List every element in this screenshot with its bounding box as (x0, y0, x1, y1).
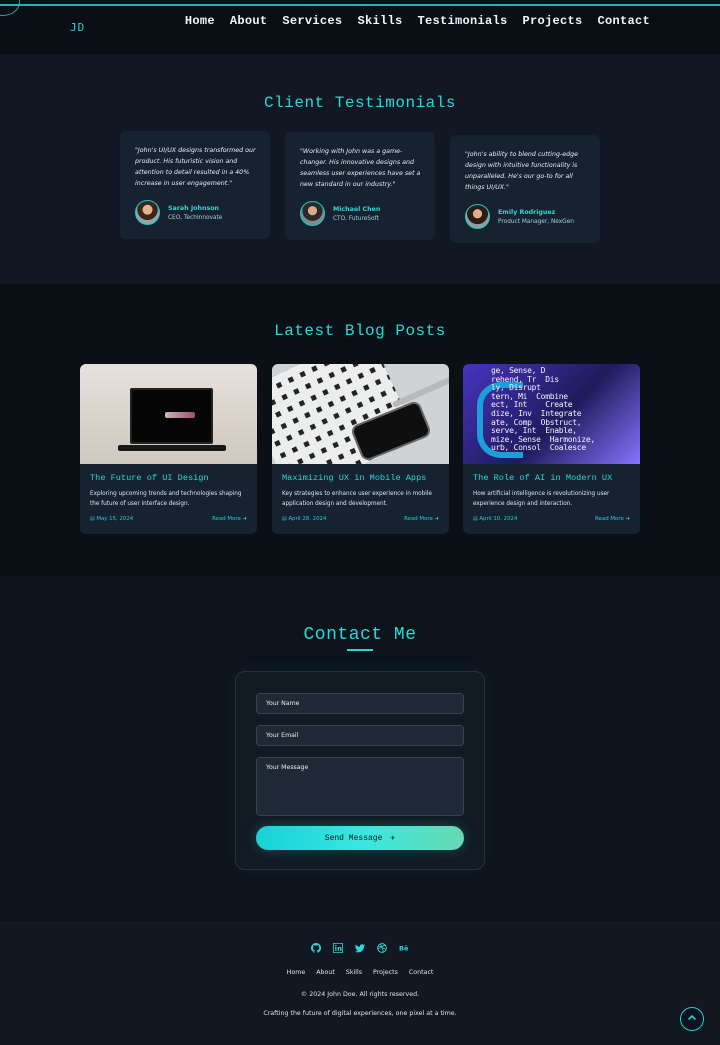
footer-link-home[interactable]: Home (287, 969, 306, 976)
footer-link-projects[interactable]: Projects (373, 969, 398, 976)
blog-post-description: Key strategies to enhance user experienc… (282, 491, 432, 507)
copyright: © 2024 John Doe. All rights reserved. (300, 991, 420, 998)
testimonial-name: Emily Rodriguez (498, 208, 556, 216)
testimonial-quote: "John's ability to blend cutting-edge de… (465, 151, 578, 191)
testimonial-author: Emily Rodriguez Product Manager, NexGen (465, 204, 574, 229)
blog-card[interactable]: Maximizing UX in Mobile Apps Key strateg… (272, 364, 449, 534)
twitter-icon[interactable] (355, 943, 365, 953)
scroll-to-top-button[interactable] (680, 1007, 704, 1031)
blog-post-description: How artificial intelligence is revolutio… (473, 491, 610, 507)
blog-post-description: Exploring upcoming trends and technologi… (90, 491, 242, 507)
read-more-link[interactable]: Read More (404, 516, 439, 522)
title-underline (347, 649, 373, 651)
site-header: JD Home About Services Skills Testimonia… (0, 0, 720, 54)
nav-home[interactable]: Home (185, 14, 215, 28)
social-links: Bē (0, 943, 720, 953)
footer-link-skills[interactable]: Skills (346, 969, 362, 976)
footer-nav: Home About Skills Projects Contact (0, 969, 720, 976)
header-accent-line (0, 4, 720, 6)
nav-skills[interactable]: Skills (357, 14, 402, 28)
name-field[interactable]: Your Name (256, 693, 464, 714)
avatar (300, 201, 325, 226)
chevron-up-icon (687, 1013, 697, 1026)
testimonial-name: Michael Chen (333, 205, 381, 213)
testimonials-title: Client Testimonials (264, 94, 456, 112)
blog-image-laptop (80, 364, 257, 464)
testimonial-author: Michael Chen CTO, FutureSoft (300, 201, 380, 226)
logo[interactable]: JD (70, 21, 85, 34)
testimonial-name: Sarah Johnson (168, 204, 220, 212)
testimonial-quote: "Working with John was a game-changer. H… (300, 148, 421, 188)
linkedin-icon[interactable] (333, 943, 343, 953)
footer-link-contact[interactable]: Contact (409, 969, 434, 976)
blog-card[interactable]: ge, Sense, D rehend, Tr Dis ly, Disrupt … (463, 364, 640, 534)
blog-image-keyboard (272, 364, 449, 464)
blog-card[interactable]: The Future of UI Design Exploring upcomi… (80, 364, 257, 534)
footer-link-about[interactable]: About (316, 969, 335, 976)
testimonial-role: CEO, TechInnovate (168, 214, 223, 221)
main-nav: Home About Services Skills Testimonials … (185, 14, 650, 28)
dribbble-icon[interactable] (377, 943, 387, 953)
blog-post-title[interactable]: The Role of AI in Modern UX (473, 473, 630, 483)
send-button-label: Send Message (324, 833, 383, 843)
testimonial-author: Sarah Johnson CEO, TechInnovate (135, 200, 222, 225)
email-field[interactable]: Your Email (256, 725, 464, 746)
testimonial-card: "Working with John was a game-changer. H… (285, 132, 435, 240)
footer: Bē Home About Skills Projects Contact © … (0, 921, 720, 1045)
blog-post-date: April 28, 2024 (282, 516, 326, 522)
send-message-button[interactable]: Send Message ✈ (256, 826, 464, 850)
paper-plane-icon: ✈ (390, 834, 396, 843)
nav-contact[interactable]: Contact (597, 14, 650, 28)
github-icon[interactable] (311, 943, 321, 953)
svg-text:Bē: Bē (399, 945, 409, 953)
behance-icon[interactable]: Bē (399, 943, 409, 953)
nav-about[interactable]: About (230, 14, 268, 28)
blog-image-code: ge, Sense, D rehend, Tr Dis ly, Disrupt … (463, 364, 640, 464)
read-more-link[interactable]: Read More (212, 516, 247, 522)
nav-services[interactable]: Services (282, 14, 342, 28)
avatar (465, 204, 490, 229)
testimonial-card: "John's ability to blend cutting-edge de… (450, 135, 600, 243)
blog-title: Latest Blog Posts (274, 322, 446, 340)
blog-post-title[interactable]: Maximizing UX in Mobile Apps (282, 473, 439, 483)
corner-decoration (0, 0, 20, 16)
nav-testimonials[interactable]: Testimonials (417, 14, 507, 28)
testimonial-role: CTO, FutureSoft (333, 215, 379, 222)
blog-post-date: April 10, 2024 (473, 516, 517, 522)
testimonial-role: Product Manager, NexGen (498, 218, 574, 225)
contact-title: Contact Me (303, 625, 417, 645)
testimonial-card: "John's UI/UX designs transformed our pr… (120, 131, 270, 239)
avatar (135, 200, 160, 225)
blog-post-date: May 15, 2024 (90, 516, 133, 522)
footer-tagline: Crafting the future of digital experienc… (263, 1010, 457, 1017)
nav-projects[interactable]: Projects (522, 14, 582, 28)
contact-form: Your Name Your Email Your Message Send M… (235, 671, 485, 870)
message-field[interactable]: Your Message (256, 757, 464, 816)
blog-post-title[interactable]: The Future of UI Design (90, 473, 247, 483)
testimonial-quote: "John's UI/UX designs transformed our pr… (135, 147, 256, 187)
read-more-link[interactable]: Read More (595, 516, 630, 522)
